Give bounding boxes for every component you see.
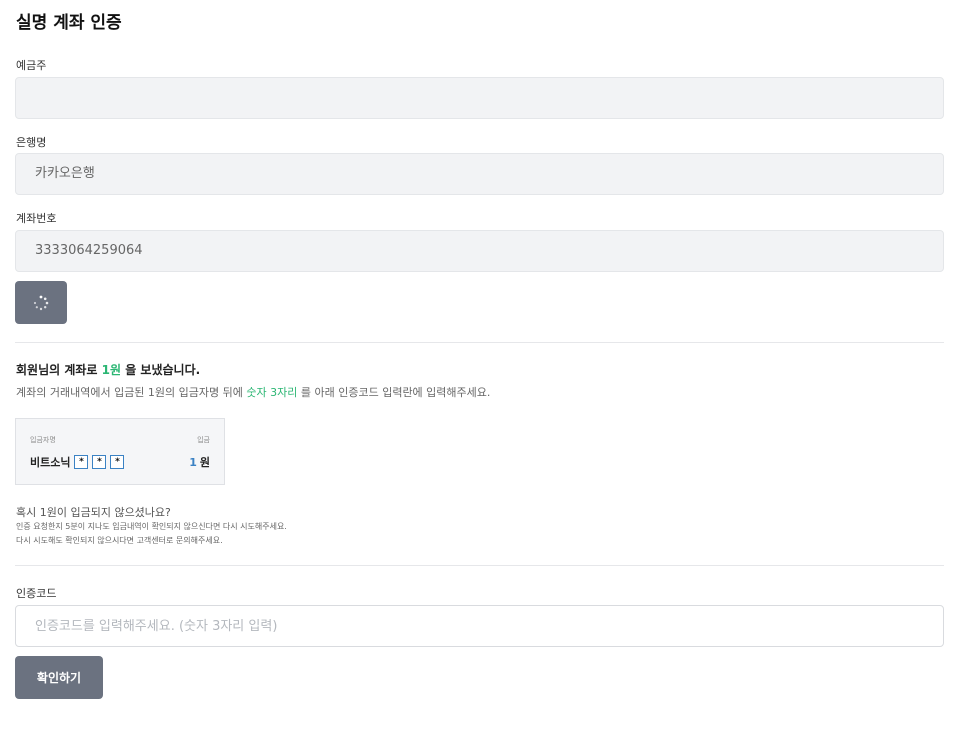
bank-field[interactable]: 카카오은행 [15,153,944,195]
loading-spinner-icon [33,295,49,310]
sent-title: 회원님의 계좌로 1원 을 보냈습니다. [16,361,200,378]
depositor-name-text: 비트소닉 [30,456,71,469]
sent-title-after: 을 보냈습니다. [121,363,201,377]
verification-code-input[interactable] [15,605,944,647]
help-text-1: 인증 요청한지 5분이 지나도 입금내역이 확인되지 않으신다면 다시 시도해주… [16,522,287,531]
deposit-amount-unit: 원 [199,456,210,469]
account-label: 계좌번호 [16,212,57,225]
masked-digit-box: * [92,455,107,469]
sent-desc-after: 를 아래 인증코드 입력란에 입력해주세요. [297,386,491,399]
account-field[interactable]: 3333064259064 [15,230,944,272]
divider-top [15,342,944,343]
help-text-2: 다시 시도해도 확인되지 않으시다면 고객센터로 문의해주세요. [16,536,223,545]
holder-field[interactable] [15,77,944,119]
not-received-question: 혹시 1원이 입금되지 않으셨나요? [16,506,171,519]
verification-code-label: 인증코드 [16,587,57,600]
masked-digit-box: * [74,455,89,469]
confirm-button[interactable]: 확인하기 [15,656,103,699]
masked-digit-box: * [110,455,125,469]
sent-desc-before: 계좌의 거래내역에서 입금된 1원의 입금자명 뒤에 [16,386,247,399]
deposit-amount-number: 1 [189,456,197,469]
holder-label: 예금주 [16,59,47,72]
sent-desc-highlight: 숫자 3자리 [246,386,298,399]
divider-bottom [15,565,944,566]
sent-title-amount: 1원 [101,363,122,377]
request-code-button[interactable] [15,281,67,324]
bank-label: 은행명 [16,136,47,149]
deposit-amount: 1원 [189,454,210,470]
depositor-name-label: 입금자명 [30,436,56,444]
depositor-name: 비트소닉 * * * [30,454,125,470]
deposit-amount-label: 입금 [197,436,210,444]
page-title: 실명 계좌 인증 [16,13,122,33]
deposit-card: 입금자명 입금 비트소닉 * * * 1원 [15,418,225,485]
sent-title-before: 회원님의 계좌로 [16,363,102,377]
sent-description: 계좌의 거래내역에서 입금된 1원의 입금자명 뒤에 숫자 3자리 를 아래 인… [16,384,490,400]
